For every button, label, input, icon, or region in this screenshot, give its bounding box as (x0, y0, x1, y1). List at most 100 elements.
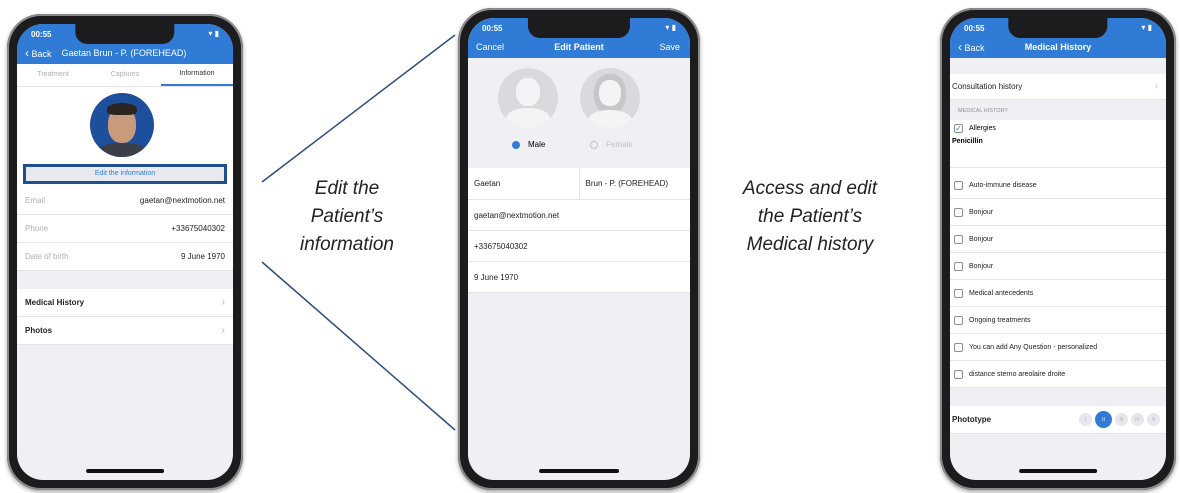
phototype-label: Phototype (952, 415, 992, 424)
nav-bar: ‹ Back Gaetan Brun - P. (FOREHEAD) (17, 42, 233, 64)
email-label: Email (25, 196, 46, 205)
back-button[interactable]: ‹ Back (17, 46, 52, 60)
medical-history-item[interactable]: distance sterno areolaire droite (950, 361, 1166, 388)
radio-selected-icon (512, 140, 520, 149)
phototype-option[interactable]: V (1147, 413, 1160, 426)
caption-edit-info: Edit the Patient’s information (272, 175, 422, 259)
dob-label: Date of birth (25, 252, 69, 261)
checkbox-icon[interactable] (954, 180, 963, 190)
field-dob: Date of birth 9 June 1970 (17, 243, 233, 271)
caption-line: Access and edit (742, 178, 878, 199)
checkbox-icon[interactable] (954, 207, 963, 217)
back-button[interactable]: ‹ Back (950, 40, 985, 54)
gender-female-radio[interactable]: Female (590, 140, 633, 149)
phone-edit-patient: 00:55 ▾ ▮ Cancel Edit Patient Save Male (458, 8, 700, 490)
checkbox-icon[interactable] (954, 288, 963, 298)
first-name-input[interactable]: Gaetan (468, 179, 579, 188)
save-button[interactable]: Save (659, 42, 690, 52)
caption-line: Edit the (314, 178, 380, 199)
allergies-label: Allergies (969, 125, 996, 132)
tab-information[interactable]: Information (161, 64, 233, 86)
medical-history-item[interactable]: You can add Any Question - personalized (950, 334, 1166, 361)
email-input[interactable]: gaetan@nextmotion.net (468, 200, 690, 231)
avatar-shirt (98, 143, 146, 157)
tab-bar: Treatment Captures Information (17, 64, 233, 87)
tab-treatment[interactable]: Treatment (17, 64, 89, 86)
medical-history-item[interactable]: Bonjour (950, 226, 1166, 253)
phone-medical-history: 00:55 ▾ ▮ ‹ Back Medical History Consult… (940, 8, 1176, 490)
allergies-checkbox[interactable]: ✓ Allergies (950, 124, 1166, 133)
medical-history-item[interactable]: Bonjour (950, 199, 1166, 226)
home-indicator (1019, 469, 1097, 473)
medical-history-list: Auto-immune disease Bonjour Bonjour Bonjour… (950, 172, 1166, 388)
medical-history-item[interactable]: Medical antecedents (950, 280, 1166, 307)
screen: 00:55 ▾ ▮ ‹ Back Medical History Consult… (950, 18, 1166, 480)
checkbox-icon[interactable] (954, 342, 963, 352)
dob-input[interactable]: 9 June 1970 (468, 262, 690, 293)
notch (1008, 18, 1108, 38)
notch (75, 24, 175, 44)
caption-line: information (300, 234, 394, 255)
back-label: Back (964, 43, 985, 53)
home-indicator (539, 469, 619, 473)
field-email: Email gaetan@nextmotion.net (17, 187, 233, 215)
dob-value: 9 June 1970 (180, 252, 225, 261)
phototype-selector: I II III IV V (1079, 411, 1166, 428)
link-photos[interactable]: Photos › (17, 317, 233, 345)
medical-history-item-label: Bonjour (969, 262, 994, 270)
phototype-option[interactable]: I (1079, 413, 1092, 426)
notch (527, 18, 631, 38)
phone-input[interactable]: +33675040302 (468, 231, 690, 262)
caption-line: Medical history (746, 234, 874, 255)
checkbox-icon[interactable] (954, 261, 963, 271)
gender-male-radio[interactable]: Male (512, 140, 545, 149)
phototype-option[interactable]: II (1095, 411, 1112, 428)
male-avatar-icon[interactable] (498, 68, 558, 128)
profile-area: Edit the information (17, 87, 233, 187)
medical-history-item[interactable]: Ongoing treatments (950, 307, 1166, 334)
phototype-option[interactable]: IV (1131, 413, 1144, 426)
consultation-history-link[interactable]: Consultation history › (950, 74, 1166, 100)
field-phone: Phone +33675040302 (17, 215, 233, 243)
medical-history-item-label: Bonjour (969, 235, 994, 243)
edit-information-button[interactable]: Edit the information (23, 164, 227, 184)
checkbox-icon[interactable] (954, 369, 963, 379)
phototype-option[interactable]: III (1115, 413, 1128, 426)
phone-label: Phone (25, 224, 49, 233)
medical-history-item-label: You can add Any Question - personalized (969, 343, 1098, 351)
name-row: Gaetan Brun - P. (FOREHEAD) (468, 167, 691, 200)
chevron-left-icon: ‹ (958, 40, 962, 54)
medical-history-item-label: Auto-immune disease (969, 181, 1037, 189)
consultation-history-label: Consultation history (952, 82, 1023, 91)
email-value: gaetan@nextmotion.net (139, 196, 225, 205)
caption-line: Patient’s (310, 206, 384, 227)
last-name-input[interactable]: Brun - P. (FOREHEAD) (578, 167, 691, 200)
caption-line: the Patient’s (757, 206, 863, 227)
chevron-left-icon: ‹ (25, 46, 29, 60)
medical-history-label: Medical History (25, 298, 85, 307)
medical-history-item[interactable]: Bonjour (950, 253, 1166, 280)
chevron-right-icon: › (221, 297, 225, 308)
edit-information-label: Edit the information (94, 170, 156, 177)
home-indicator (86, 469, 164, 473)
gender-area: Male Female (468, 58, 690, 168)
medical-history-item[interactable]: Auto-immune disease (950, 172, 1166, 199)
medical-history-item-label: Ongoing treatments (969, 316, 1031, 324)
checkbox-icon[interactable] (954, 315, 963, 325)
female-avatar-icon[interactable] (580, 68, 640, 128)
screen: 00:55 ▾ ▮ ‹ Back Gaetan Brun - P. (FOREH… (17, 24, 233, 480)
allergies-block: ✓ Allergies Penicillin (950, 120, 1166, 168)
link-medical-history[interactable]: Medical History › (17, 289, 233, 317)
allergies-value: Penicillin (952, 138, 983, 145)
section-header: MEDICAL HISTORY (958, 108, 1009, 114)
page-title: Gaetan Brun - P. (FOREHEAD) (61, 48, 187, 58)
medical-history-item-label: Bonjour (969, 208, 994, 216)
tab-captures[interactable]: Captures (89, 64, 161, 86)
nav-bar: ‹ Back Medical History (950, 36, 1166, 58)
avatar-hair (107, 103, 137, 115)
male-label: Male (528, 140, 546, 149)
checkbox-icon[interactable] (954, 234, 963, 244)
cancel-button[interactable]: Cancel (468, 42, 504, 52)
